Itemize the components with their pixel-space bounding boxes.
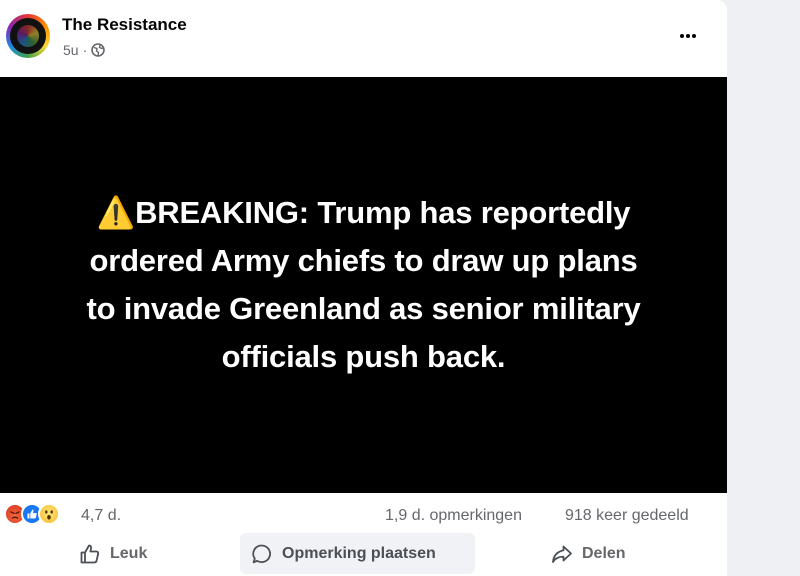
post-card: The Resistance 5u · ⚠️BREAKING: Trump ha… — [0, 0, 727, 576]
share-label: Delen — [582, 544, 626, 562]
comment-label: Opmerking plaatsen — [282, 544, 436, 562]
image-text-line: ⚠️BREAKING: Trump has reportedly — [96, 195, 631, 230]
post-meta: 5u · — [63, 42, 106, 58]
image-text: ⚠️BREAKING: Trump has reportedly ordered… — [0, 189, 727, 381]
wow-icon — [38, 503, 60, 525]
image-text-line: ordered Army chiefs to draw up plans — [89, 243, 638, 278]
reaction-count[interactable]: 4,7 d. — [81, 507, 121, 525]
rainbow-fist-icon — [17, 25, 39, 47]
thumbs-up-icon — [78, 542, 102, 566]
speech-bubble-icon — [250, 542, 274, 566]
page-name[interactable]: The Resistance — [62, 15, 187, 35]
reaction-icons[interactable] — [4, 503, 76, 527]
image-text-line: officials push back. — [221, 339, 506, 374]
comment-button[interactable]: Opmerking plaatsen — [240, 533, 475, 574]
avatar[interactable] — [6, 14, 50, 58]
like-label: Leuk — [110, 544, 148, 562]
comments-count[interactable]: 1,9 d. opmerkingen — [385, 507, 522, 525]
meta-separator: · — [82, 42, 88, 58]
post-time[interactable]: 5u — [63, 42, 79, 58]
more-options-icon[interactable] — [670, 24, 706, 48]
post-stats: 4,7 d. 1,9 d. opmerkingen 918 keer gedee… — [0, 493, 727, 533]
shares-count[interactable]: 918 keer gedeeld — [565, 507, 689, 525]
post-header: The Resistance 5u · — [0, 0, 727, 77]
avatar-logo — [10, 18, 46, 54]
globe-icon — [91, 43, 106, 57]
post-image[interactable]: ⚠️BREAKING: Trump has reportedly ordered… — [0, 77, 727, 493]
image-text-line: to invade Greenland as senior military — [86, 291, 641, 326]
share-button[interactable]: Delen — [540, 533, 660, 574]
share-arrow-icon — [550, 542, 574, 566]
post-actions: Leuk Opmerking plaatsen Delen — [0, 533, 727, 576]
like-button[interactable]: Leuk — [68, 533, 168, 574]
